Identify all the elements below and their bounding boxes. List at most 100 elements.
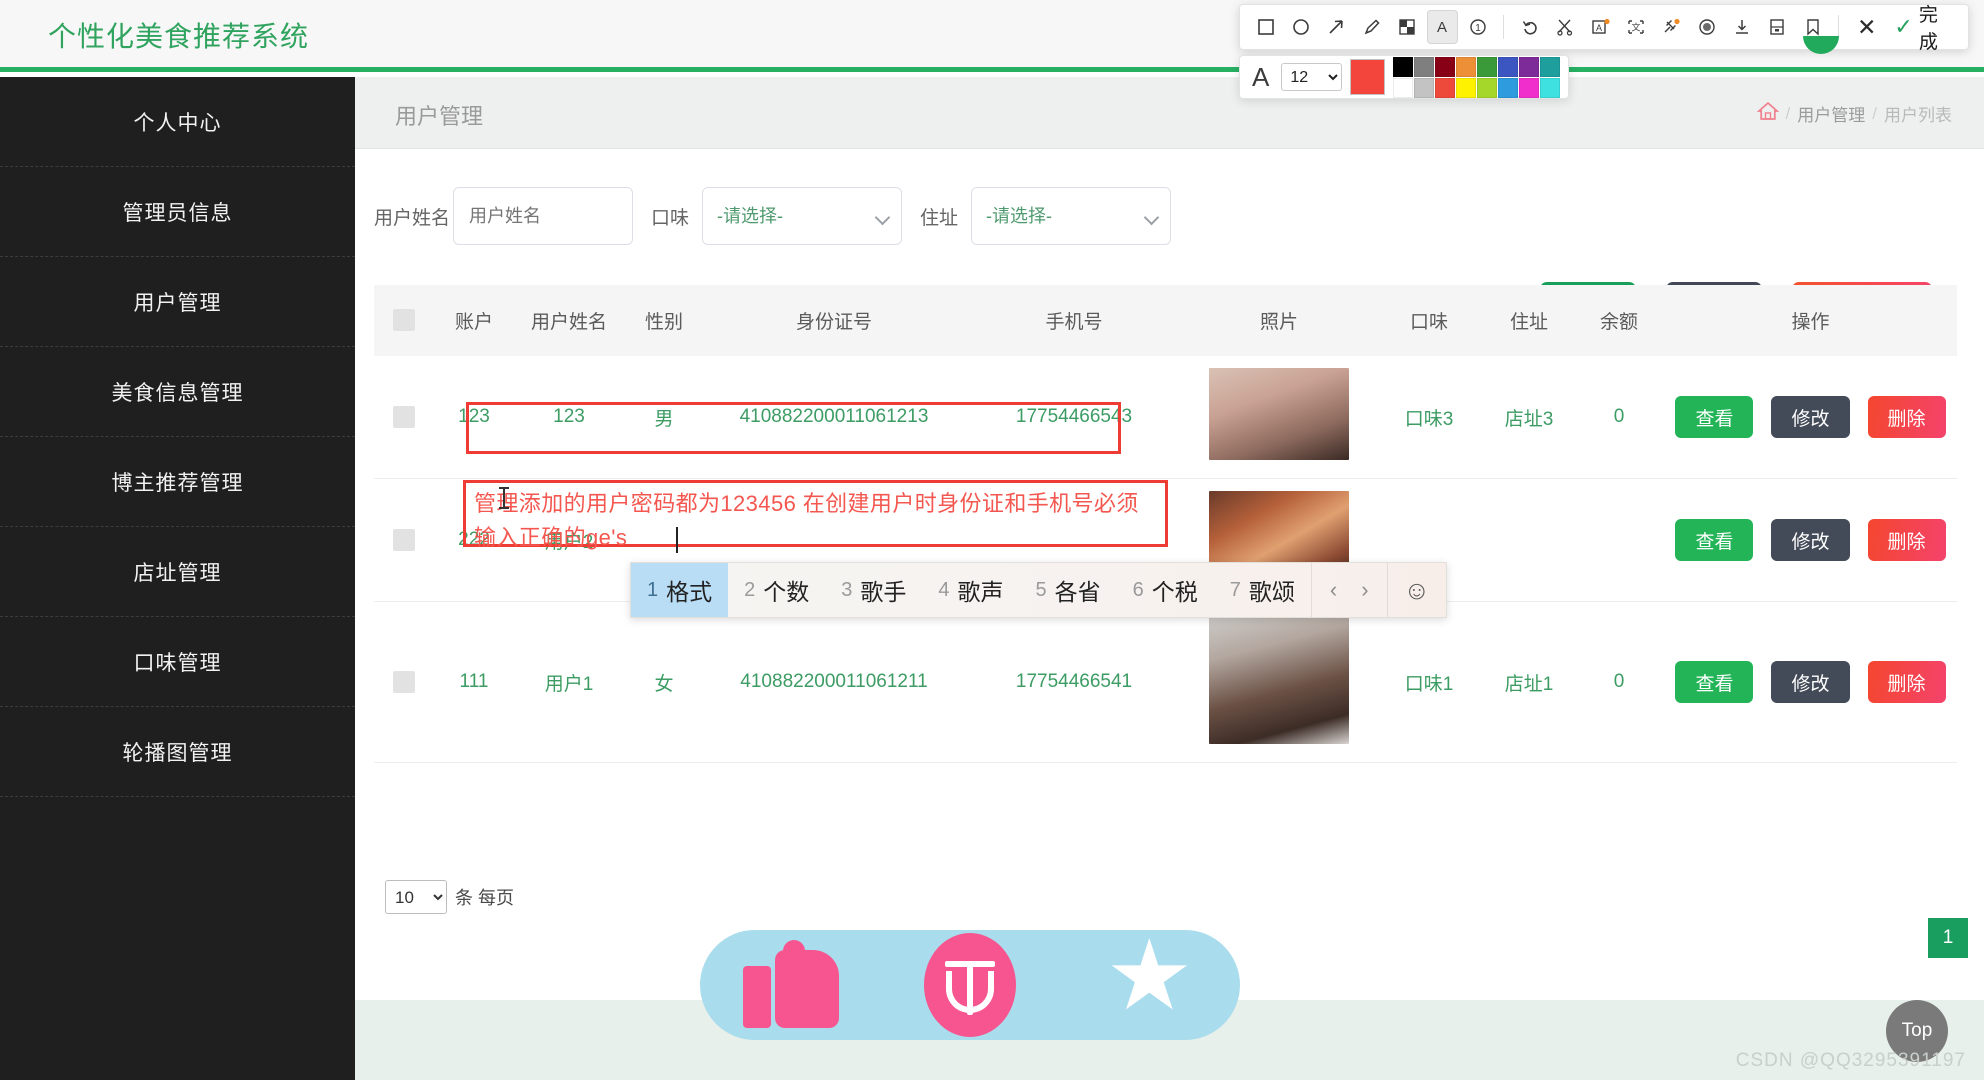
color-swatch[interactable] <box>1414 56 1434 77</box>
ime-candidate-6[interactable]: 6 个税 <box>1117 563 1214 617</box>
user-name-input[interactable] <box>453 187 634 245</box>
ime-candidate-4[interactable]: 4 歌声 <box>922 563 1019 617</box>
ime-candidate-word: 个数 <box>763 579 810 605</box>
delete-button[interactable]: 删除 <box>1867 661 1946 703</box>
user-photo[interactable] <box>1209 614 1349 744</box>
edit-button[interactable]: 修改 <box>1771 396 1850 438</box>
color-swatch[interactable] <box>1393 77 1413 98</box>
sidebar-item-taste-management[interactable]: 口味管理 <box>0 617 355 707</box>
cell-address <box>1484 478 1574 602</box>
rectangle-tool-icon[interactable] <box>1250 10 1281 44</box>
color-swatch[interactable] <box>1498 77 1518 98</box>
sidebar-item-personal[interactable]: 个人中心 <box>0 77 355 167</box>
arrow-tool-icon[interactable] <box>1321 10 1352 44</box>
edit-button[interactable]: 修改 <box>1771 661 1850 703</box>
ime-candidate-word: 各省 <box>1054 579 1101 605</box>
color-swatch[interactable] <box>1498 56 1518 77</box>
sidebar-item-label: 美食信息管理 <box>111 381 244 405</box>
sidebar-item-carousel-management[interactable]: 轮播图管理 <box>0 707 355 797</box>
ime-candidate-5[interactable]: 5 各省 <box>1020 563 1117 617</box>
cell-balance: 0 <box>1574 601 1664 763</box>
sidebar-item-food-info-management[interactable]: 美食信息管理 <box>0 347 355 437</box>
ime-candidate-index: 6 <box>1132 578 1144 601</box>
thumbs-up-icon[interactable] <box>742 940 839 1028</box>
sidebar-item-user-management[interactable]: 用户管理 <box>0 257 355 347</box>
star-icon[interactable]: ★ <box>1101 926 1197 1031</box>
confirm-capture-label: 完成 <box>1918 5 1938 53</box>
annotation-text: 管理添加的用户密码都为123456 在创建用户时身份证和手机号必须输入正确的ge… <box>474 491 1139 550</box>
select-all-checkbox[interactable] <box>393 309 415 332</box>
download-tool-icon[interactable] <box>1726 10 1757 44</box>
view-button[interactable]: 查看 <box>1675 396 1754 438</box>
pin-tool-icon[interactable] <box>1656 10 1687 44</box>
font-size-icon: A <box>1252 61 1270 92</box>
confirm-capture-button[interactable]: ✓ 完成 <box>1888 0 1958 54</box>
color-swatch[interactable] <box>1540 56 1560 77</box>
color-swatch[interactable] <box>1414 77 1434 98</box>
color-swatch[interactable] <box>1519 56 1539 77</box>
row-checkbox[interactable] <box>393 405 415 428</box>
text-tool-icon[interactable]: A <box>1426 10 1458 44</box>
col-select <box>374 285 434 356</box>
not-circle-icon[interactable] <box>923 933 1016 1037</box>
user-photo[interactable] <box>1209 368 1349 460</box>
annotation-text-box[interactable]: 管理添加的用户密码都为123456 在创建用户时身份证和手机号必须输入正确的ge… <box>463 480 1168 550</box>
ocr-tool-icon[interactable]: A <box>1585 10 1616 44</box>
sidebar-item-admin-info[interactable]: 管理员信息 <box>0 167 355 257</box>
ime-candidate-1[interactable]: 1 格式 <box>631 563 729 617</box>
scissors-tool-icon[interactable] <box>1550 10 1581 44</box>
color-swatch[interactable] <box>1519 77 1539 98</box>
home-icon[interactable] <box>1756 101 1779 126</box>
mosaic-tool-icon[interactable] <box>1391 10 1422 44</box>
sidebar-item-blogger-recommend-management[interactable]: 博主推荐管理 <box>0 437 355 527</box>
ime-emoji-icon[interactable]: ☺ <box>1386 563 1447 617</box>
save-tool-icon[interactable] <box>1762 10 1793 44</box>
color-swatch[interactable] <box>1477 56 1497 77</box>
ime-next-page-icon[interactable]: › <box>1361 577 1368 603</box>
delete-button[interactable]: 删除 <box>1867 519 1946 561</box>
breadcrumb-parent[interactable]: 用户管理 <box>1797 101 1865 126</box>
col-address: 住址 <box>1484 285 1574 356</box>
cell-photo <box>1184 601 1374 763</box>
ime-candidate-word: 格式 <box>666 579 713 605</box>
color-swatch[interactable] <box>1477 77 1497 98</box>
row-checkbox[interactable] <box>393 670 415 693</box>
taste-select[interactable]: -请选择- <box>702 187 903 245</box>
svg-text:文: 文 <box>1631 22 1640 34</box>
page-size-select[interactable]: 10 <box>385 880 447 914</box>
color-swatch[interactable] <box>1435 77 1455 98</box>
color-swatch[interactable] <box>1540 77 1560 98</box>
serial-number-tool-icon[interactable]: 1 <box>1462 10 1493 44</box>
sidebar-item-label: 用户管理 <box>133 291 222 315</box>
page-size-suffix: 条 每页 <box>455 888 515 908</box>
pencil-tool-icon[interactable] <box>1356 10 1387 44</box>
edit-button[interactable]: 修改 <box>1771 519 1850 561</box>
page-number-button[interactable]: 1 <box>1928 918 1968 958</box>
ime-candidate-word: 歌声 <box>957 579 1004 605</box>
color-swatch[interactable] <box>1435 56 1455 77</box>
color-swatch[interactable] <box>1393 56 1413 77</box>
current-color-swatch[interactable] <box>1349 59 1385 95</box>
cancel-capture-icon[interactable]: ✕ <box>1849 14 1884 41</box>
ime-prev-page-icon[interactable]: ‹ <box>1330 577 1337 603</box>
ime-candidate-3[interactable]: 3 歌手 <box>825 563 922 617</box>
ellipse-tool-icon[interactable] <box>1285 10 1316 44</box>
address-select[interactable]: -请选择- <box>971 187 1172 245</box>
color-swatch[interactable] <box>1456 56 1476 77</box>
text-cursor-ibeam <box>499 487 509 509</box>
delete-button[interactable]: 删除 <box>1867 396 1946 438</box>
svg-text:A: A <box>1437 19 1447 36</box>
row-checkbox[interactable] <box>393 528 415 551</box>
font-size-select[interactable]: 12 <box>1281 63 1342 91</box>
undo-tool-icon[interactable] <box>1514 10 1545 44</box>
record-tool-icon[interactable] <box>1691 10 1722 44</box>
view-button[interactable]: 查看 <box>1675 661 1754 703</box>
ime-candidate-index: 3 <box>841 578 853 601</box>
translate-tool-icon[interactable]: 文 <box>1620 10 1651 44</box>
color-swatch[interactable] <box>1456 77 1476 98</box>
view-button[interactable]: 查看 <box>1675 519 1754 561</box>
ime-candidate-2[interactable]: 2 个数 <box>728 563 825 617</box>
sidebar-item-label: 口味管理 <box>133 651 222 675</box>
sidebar-item-store-address-management[interactable]: 店址管理 <box>0 527 355 617</box>
ime-candidate-7[interactable]: 7 歌颂 <box>1214 563 1311 617</box>
